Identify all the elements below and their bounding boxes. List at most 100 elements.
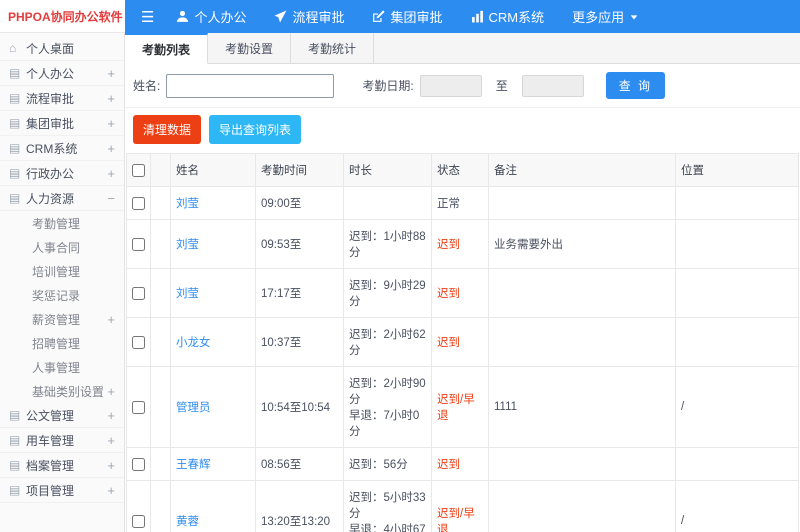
location-cell [675,268,799,318]
note-cell: 业务需要外出 [488,219,676,269]
duration-cell: 迟到：2小时62分 [343,317,432,367]
date-to-label: 至 [495,79,508,93]
expand-plus-icon[interactable]: + [103,91,115,106]
employee-name-link[interactable]: 王春辉 [170,447,256,481]
row-checkbox[interactable] [132,457,145,471]
sidebar-item-label: 人事管理 [32,360,81,375]
sidebar-item-label: 基础类别设置 [32,384,104,399]
search-button[interactable]: 查 询 [605,72,666,99]
name-filter-input[interactable] [166,73,335,98]
module-icon: ▤ [9,166,21,180]
sidebar-item[interactable]: ▤ 集团审批 + [0,111,124,136]
sidebar-item[interactable]: ▤ 用车管理 + [0,428,124,453]
nav-item-1[interactable]: 流程审批 [274,7,344,26]
date-from-input[interactable] [419,74,482,97]
row-blank-cell [150,366,171,448]
sidebar-item-label: 培训管理 [32,264,81,279]
nav-item-label: 流程审批 [292,10,345,25]
main-layout: ⌂ 个人桌面 ▤ 个人办公 + ▤ 流程审批 + ▤ 集团审批 + ▤ CRM系统 + ▤ 行政办公 + ▤ 人力资… [0,33,800,532]
nav-item-3[interactable]: CRM系统 [471,7,544,26]
top-bar: PHPOA协同办公软件 ☰ 个人办公 流程审批 集团审批 CRM系统 更多应用 [0,0,800,33]
nav-item-4[interactable]: 更多应用 [572,7,639,26]
row-select-cell [126,366,151,448]
sidebar-item-label: 集团审批 [26,116,75,131]
row-checkbox[interactable] [132,196,145,210]
sidebar-item-label: 人力资源 [26,191,75,206]
row-blank-cell [150,268,171,318]
sidebar-subitem[interactable]: 奖惩记录 [0,283,124,307]
expand-plus-icon[interactable]: + [103,458,115,473]
attendance-time-cell: 09:00至 [255,186,344,220]
sidebar-subitem[interactable]: 招聘管理 [0,331,124,355]
sidebar-subitem[interactable]: 基础类别设置 + [0,379,124,403]
tab-2[interactable]: 考勤统计 [291,33,375,63]
expand-plus-icon[interactable]: + [103,408,115,423]
attendance-time-cell: 13:20至13:20 [255,480,344,532]
expand-plus-icon[interactable]: + [103,312,115,327]
header-select-cell [126,153,151,187]
sidebar-item[interactable]: ▤ 流程审批 + [0,86,124,111]
expand-plus-icon[interactable]: + [103,384,115,399]
table-row: 刘莹 09:53至 迟到：1小时88分 迟到 业务需要外出 [126,219,799,269]
employee-name-link[interactable]: 管理员 [170,366,256,448]
sidebar-item[interactable]: ▤ 档案管理 + [0,453,124,478]
sidebar-subitem[interactable]: 培训管理 [0,259,124,283]
sidebar-item[interactable]: ▤ CRM系统 + [0,136,124,161]
expand-plus-icon[interactable]: + [103,166,115,181]
sidebar-subitem[interactable]: 人事合同 [0,235,124,259]
sidebar-item[interactable]: ⌂ 个人桌面 [0,36,124,61]
row-checkbox[interactable] [132,335,145,349]
row-checkbox[interactable] [132,237,145,251]
sidebar-item[interactable]: ▤ 人力资源 − [0,186,124,211]
nav-item-2[interactable]: 集团审批 [372,7,443,26]
table-row: 刘莹 17:17至 迟到：9小时29分 迟到 [126,268,799,318]
tab-1[interactable]: 考勤设置 [208,33,292,63]
collapse-minus-icon[interactable]: − [103,191,115,206]
header-blank-cell [150,153,171,187]
note-cell [488,186,676,220]
desktop-icon: ⌂ [9,41,17,55]
date-to-input[interactable] [521,74,584,97]
export-list-button[interactable]: 导出查询列表 [209,115,302,144]
table-row: 小龙女 10:37至 迟到：2小时62分 迟到 [126,317,799,367]
sidebar-item-label: 奖惩记录 [32,288,81,303]
expand-plus-icon[interactable]: + [103,116,115,131]
module-icon: ▤ [9,433,21,447]
employee-name-link[interactable]: 刘莹 [170,219,256,269]
sidebar-subitem[interactable]: 考勤管理 [0,211,124,235]
expand-plus-icon[interactable]: + [103,141,115,156]
row-select-cell [126,317,151,367]
sidebar-item[interactable]: ▤ 项目管理 + [0,478,124,503]
row-select-cell [126,447,151,481]
expand-plus-icon[interactable]: + [103,483,115,498]
select-all-checkbox[interactable] [132,163,145,177]
sidebar-subitem[interactable]: 人事管理 [0,355,124,379]
sidebar-item-label: CRM系统 [26,141,78,156]
app-logo: PHPOA协同办公软件 [0,0,125,33]
row-checkbox[interactable] [132,514,145,528]
tab-0[interactable]: 考勤列表 [125,33,209,64]
clean-data-button[interactable]: 清理数据 [133,115,202,144]
nav-item-0[interactable]: 个人办公 [176,7,246,26]
menu-toggle-icon[interactable]: ☰ [141,8,154,26]
sidebar-item[interactable]: ▤ 行政办公 + [0,161,124,186]
employee-name-link[interactable]: 黄蓉 [170,480,256,532]
expand-plus-icon[interactable]: + [103,66,115,81]
employee-name-link[interactable]: 刘莹 [170,186,256,220]
location-cell [675,186,799,220]
row-checkbox[interactable] [132,400,145,414]
module-icon: ▤ [9,66,21,80]
module-icon: ▤ [9,116,21,130]
note-cell [488,447,676,481]
row-select-cell [126,186,151,220]
status-cell: 迟到/早退 [431,480,489,532]
employee-name-link[interactable]: 小龙女 [170,317,256,367]
employee-name-link[interactable]: 刘莹 [170,268,256,318]
expand-plus-icon[interactable]: + [103,433,115,448]
row-checkbox[interactable] [132,286,145,300]
column-header: 位置 [675,153,799,187]
sidebar-subitem[interactable]: 薪资管理 + [0,307,124,331]
sidebar-item[interactable]: ▤ 个人办公 + [0,61,124,86]
sidebar-item[interactable]: ▤ 公文管理 + [0,403,124,428]
duration-cell [343,186,432,220]
